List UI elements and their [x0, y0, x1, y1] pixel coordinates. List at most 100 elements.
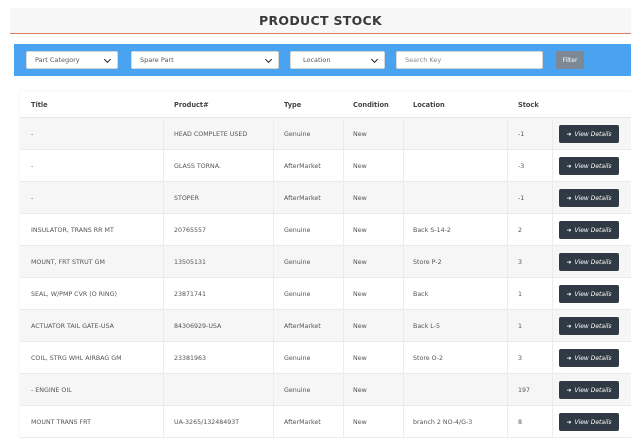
column-divider [403, 406, 404, 437]
column-divider [507, 182, 508, 213]
view-details-label: View Details [574, 322, 612, 330]
cell-title: - [31, 130, 34, 138]
cell-condition: New [353, 290, 367, 298]
cell-title: - [31, 162, 34, 170]
table-row: MOUNT TRANS FRT UA-3265/13248493T AfterMar… [20, 406, 631, 438]
filter-button[interactable]: Filter [556, 51, 584, 69]
column-location: Location [413, 101, 445, 109]
chevron-down-icon [266, 57, 272, 63]
cell-stock: 1 [518, 290, 523, 298]
column-divider [507, 150, 508, 181]
column-divider [507, 310, 508, 341]
cell-stock: 8 [518, 418, 523, 426]
stock-table: Title Product# Type Condition Location S… [20, 92, 631, 438]
cell-stock: 2 [518, 226, 523, 234]
view-details-button[interactable]: ➜ View Details [559, 285, 619, 303]
cell-condition: New [353, 386, 367, 394]
arrow-right-icon: ➜ [566, 386, 572, 394]
column-divider [163, 278, 164, 309]
cell-title: - [31, 194, 34, 202]
cell-condition: New [353, 258, 367, 266]
cell-stock: -3 [518, 162, 525, 170]
column-divider [507, 118, 508, 149]
column-divider [163, 182, 164, 213]
arrow-right-icon: ➜ [566, 226, 572, 234]
column-divider [552, 118, 553, 149]
column-divider [403, 246, 404, 277]
view-details-button[interactable]: ➜ View Details [559, 349, 619, 367]
cell-title: MOUNT TRANS FRT [31, 418, 91, 426]
part-category-label: Part Category [35, 56, 80, 64]
column-divider [163, 310, 164, 341]
view-details-label: View Details [574, 290, 612, 298]
column-condition: Condition [353, 101, 389, 109]
column-divider [552, 182, 553, 213]
view-details-button[interactable]: ➜ View Details [559, 413, 619, 431]
view-details-button[interactable]: ➜ View Details [559, 189, 619, 207]
view-details-button[interactable]: ➜ View Details [559, 125, 619, 143]
view-details-button[interactable]: ➜ View Details [559, 317, 619, 335]
cell-condition: New [353, 418, 367, 426]
cell-type: AfterMarket [284, 322, 321, 330]
column-divider [403, 182, 404, 213]
view-details-label: View Details [574, 354, 612, 362]
column-divider [163, 214, 164, 245]
arrow-right-icon: ➜ [566, 322, 572, 330]
cell-stock: 197 [518, 386, 531, 394]
column-divider [552, 406, 553, 437]
column-divider [403, 214, 404, 245]
view-details-label: View Details [574, 162, 612, 170]
column-divider [552, 150, 553, 181]
cell-product: 23381963 [174, 354, 207, 362]
column-divider [163, 118, 164, 149]
location-select[interactable]: Location [290, 51, 385, 69]
cell-title: SEAL, W/PMP CVR (O RING) [31, 290, 117, 298]
spare-part-select[interactable]: Spare Part [131, 51, 279, 69]
arrow-right-icon: ➜ [566, 418, 572, 426]
search-input[interactable] [396, 51, 543, 69]
column-divider [507, 374, 508, 405]
column-divider [273, 118, 274, 149]
column-divider [273, 374, 274, 405]
table-row: ACTUATOR TAIL GATE-USA 84306929-USA AfterM… [20, 310, 631, 342]
view-details-label: View Details [574, 386, 612, 394]
cell-type: Genuine [284, 386, 311, 394]
column-divider [552, 246, 553, 277]
view-details-button[interactable]: ➜ View Details [559, 253, 619, 271]
column-divider [343, 150, 344, 181]
column-divider [343, 118, 344, 149]
cell-title: ACTUATOR TAIL GATE-USA [31, 322, 114, 330]
view-details-label: View Details [574, 226, 612, 234]
cell-type: AfterMarket [284, 418, 321, 426]
column-divider [273, 310, 274, 341]
column-divider [163, 342, 164, 373]
column-divider [343, 246, 344, 277]
cell-type: Genuine [284, 130, 311, 138]
column-divider [552, 310, 553, 341]
column-divider [343, 374, 344, 405]
cell-product: HEAD COMPLETE USED [174, 130, 248, 138]
view-details-label: View Details [574, 194, 612, 202]
cell-title: MOUNT, FRT STRUT GM [31, 258, 105, 266]
cell-product: 23871741 [174, 290, 207, 298]
chevron-down-icon [105, 57, 111, 63]
cell-product: 13505131 [174, 258, 207, 266]
cell-title: INSULATOR, TRANS RR MT [31, 226, 114, 234]
view-details-label: View Details [574, 258, 612, 266]
cell-location: Back S-14-2 [413, 226, 451, 234]
column-divider [163, 406, 164, 437]
cell-title: - ENGINE OIL [31, 386, 72, 394]
arrow-right-icon: ➜ [566, 130, 572, 138]
table-row: SEAL, W/PMP CVR (O RING) 23871741 Genuine N… [20, 278, 631, 310]
part-category-select[interactable]: Part Category [26, 51, 118, 69]
cell-stock: -1 [518, 194, 525, 202]
column-divider [163, 150, 164, 181]
view-details-button[interactable]: ➜ View Details [559, 157, 619, 175]
chevron-down-icon [372, 57, 378, 63]
arrow-right-icon: ➜ [566, 354, 572, 362]
column-divider [343, 342, 344, 373]
cell-location: Store P-2 [413, 258, 442, 266]
column-divider [403, 342, 404, 373]
view-details-button[interactable]: ➜ View Details [559, 381, 619, 399]
view-details-button[interactable]: ➜ View Details [559, 221, 619, 239]
